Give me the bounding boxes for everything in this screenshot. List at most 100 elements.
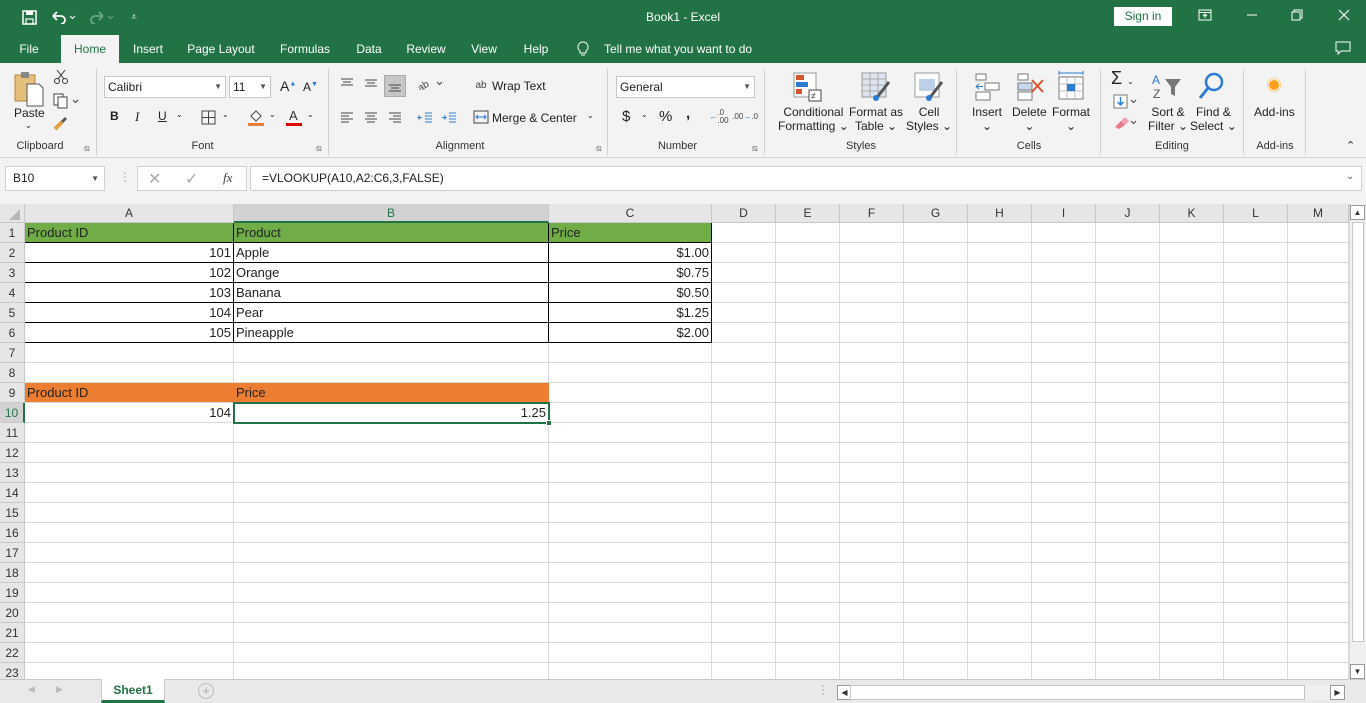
row-header-17[interactable]: 17	[0, 543, 25, 563]
empty-cell[interactable]	[1032, 443, 1096, 463]
empty-cell[interactable]	[968, 463, 1032, 483]
empty-cell[interactable]	[25, 643, 234, 663]
fill-color-dropdown-icon[interactable]: ⌄	[269, 110, 276, 119]
empty-cell[interactable]	[904, 523, 968, 543]
increase-font-size-icon[interactable]: A▲	[280, 78, 296, 94]
empty-cell[interactable]	[1160, 263, 1224, 283]
empty-cell[interactable]	[712, 263, 776, 283]
empty-cell[interactable]	[840, 423, 904, 443]
empty-cell[interactable]	[1096, 343, 1160, 363]
row-header-4[interactable]: 4	[0, 283, 25, 303]
empty-cell[interactable]	[904, 263, 968, 283]
table1-header-cell[interactable]: Price	[549, 223, 712, 243]
empty-cell[interactable]	[840, 563, 904, 583]
paste-dropdown-icon[interactable]: ⌄	[25, 121, 32, 130]
empty-cell[interactable]	[25, 423, 234, 443]
table1-data-cell[interactable]: Pear	[234, 303, 549, 323]
empty-cell[interactable]	[968, 243, 1032, 263]
empty-cell[interactable]	[1032, 423, 1096, 443]
empty-cell[interactable]	[712, 283, 776, 303]
format-cells-button[interactable]: Format ⌄	[1052, 105, 1090, 133]
empty-cell[interactable]	[840, 583, 904, 603]
empty-cell[interactable]	[1224, 283, 1288, 303]
table2-header-cell[interactable]: Price	[234, 383, 549, 403]
font-color-icon[interactable]: A	[285, 107, 303, 127]
empty-cell[interactable]	[904, 643, 968, 663]
column-header-j[interactable]: J	[1096, 204, 1160, 223]
align-center-icon[interactable]	[362, 109, 380, 125]
empty-cell[interactable]	[1096, 243, 1160, 263]
empty-cell[interactable]	[234, 583, 549, 603]
row-header-13[interactable]: 13	[0, 463, 25, 483]
empty-cell[interactable]	[968, 563, 1032, 583]
close-icon[interactable]	[1324, 4, 1364, 28]
empty-cell[interactable]	[904, 323, 968, 343]
empty-cell[interactable]	[776, 223, 840, 243]
empty-cell[interactable]	[904, 603, 968, 623]
scroll-down-icon[interactable]: ▼	[1350, 664, 1365, 679]
empty-cell[interactable]	[712, 503, 776, 523]
tab-view[interactable]: View	[464, 35, 504, 63]
table1-data-cell[interactable]: 105	[25, 323, 234, 343]
empty-cell[interactable]	[840, 263, 904, 283]
column-header-h[interactable]: H	[968, 204, 1032, 223]
empty-cell[interactable]	[1160, 323, 1224, 343]
empty-cell[interactable]	[25, 543, 234, 563]
empty-cell[interactable]	[840, 463, 904, 483]
empty-cell[interactable]	[1096, 403, 1160, 423]
empty-cell[interactable]	[1032, 283, 1096, 303]
redo-icon[interactable]	[86, 6, 116, 28]
column-header-a[interactable]: A	[25, 204, 234, 223]
empty-cell[interactable]	[1032, 563, 1096, 583]
empty-cell[interactable]	[1224, 383, 1288, 403]
format-painter-icon[interactable]	[52, 115, 70, 131]
font-color-dropdown-icon[interactable]: ⌄	[307, 110, 314, 119]
empty-cell[interactable]	[549, 583, 712, 603]
table1-header-cell[interactable]: Product ID	[25, 223, 234, 243]
table1-data-cell[interactable]: $1.00	[549, 243, 712, 263]
empty-cell[interactable]	[1160, 543, 1224, 563]
sheet-tab-sheet1[interactable]: Sheet1	[101, 679, 165, 703]
borders-icon[interactable]	[200, 109, 216, 125]
empty-cell[interactable]	[1160, 603, 1224, 623]
row-header-22[interactable]: 22	[0, 643, 25, 663]
enter-icon[interactable]: ✓	[185, 169, 198, 189]
empty-cell[interactable]	[1160, 423, 1224, 443]
empty-cell[interactable]	[25, 623, 234, 643]
empty-cell[interactable]	[1032, 503, 1096, 523]
tab-file[interactable]: File	[10, 35, 48, 63]
empty-cell[interactable]	[968, 583, 1032, 603]
empty-cell[interactable]	[1096, 523, 1160, 543]
column-header-e[interactable]: E	[776, 204, 840, 223]
row-header-3[interactable]: 3	[0, 263, 25, 283]
empty-cell[interactable]	[549, 343, 712, 363]
autosum-icon[interactable]: Σ ⌄	[1111, 68, 1134, 89]
empty-cell[interactable]	[904, 283, 968, 303]
row-header-19[interactable]: 19	[0, 583, 25, 603]
select-all-button[interactable]	[0, 204, 25, 223]
empty-cell[interactable]	[776, 283, 840, 303]
empty-cell[interactable]	[1160, 303, 1224, 323]
empty-cell[interactable]	[234, 503, 549, 523]
scroll-right-icon[interactable]: ▶	[1330, 685, 1345, 700]
empty-cell[interactable]	[1160, 363, 1224, 383]
empty-cell[interactable]	[1288, 523, 1349, 543]
empty-cell[interactable]	[549, 643, 712, 663]
clear-icon[interactable]	[1112, 115, 1140, 131]
empty-cell[interactable]	[1224, 623, 1288, 643]
empty-cell[interactable]	[1032, 243, 1096, 263]
empty-cell[interactable]	[1160, 563, 1224, 583]
empty-cell[interactable]	[1288, 223, 1349, 243]
empty-cell[interactable]	[712, 563, 776, 583]
empty-cell[interactable]	[1288, 443, 1349, 463]
column-header-b[interactable]: B	[234, 204, 549, 223]
table1-data-cell[interactable]: 103	[25, 283, 234, 303]
column-header-k[interactable]: K	[1160, 204, 1224, 223]
empty-cell[interactable]	[1288, 363, 1349, 383]
empty-cell[interactable]	[1224, 403, 1288, 423]
empty-cell[interactable]	[549, 443, 712, 463]
row-header-11[interactable]: 11	[0, 423, 25, 443]
empty-cell[interactable]	[1288, 583, 1349, 603]
empty-cell[interactable]	[549, 663, 712, 679]
empty-cell[interactable]	[968, 483, 1032, 503]
